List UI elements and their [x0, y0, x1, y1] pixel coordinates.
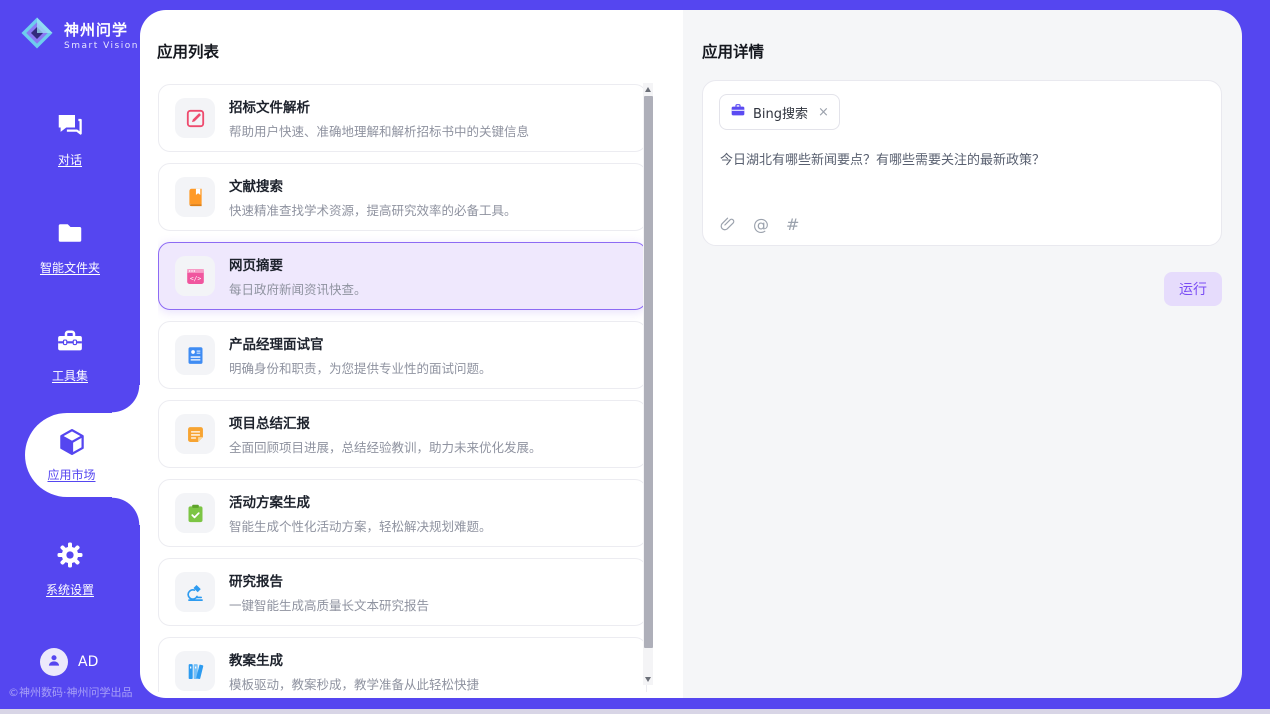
app-root: 神州问学 Smart Vision 对话 智能文件夹 [0, 0, 1270, 714]
main-content: 应用列表 招标文件解析 帮助用户快速、准确地理解和解析招标书中的关键信息 [140, 10, 1242, 698]
app-detail-panel: 应用详情 Bing搜索 × 今日湖北有哪些新闻要点？有哪些需要关注的最新政策？ [683, 10, 1242, 698]
app-desc: 模板驱动，教案秒成，教学准备从此轻松快捷 [229, 674, 479, 692]
list-item-pm-interviewer[interactable]: 产品经理面试官 明确身份和职责，为您提供专业性的面试问题。 [158, 321, 647, 389]
app-name: 研究报告 [229, 570, 429, 590]
tool-tag-bing-search[interactable]: Bing搜索 × [719, 94, 840, 130]
app-desc: 每日政府新闻资讯快查。 [229, 279, 367, 298]
app-list-title: 应用列表 [157, 40, 219, 62]
app-desc: 帮助用户快速、准确地理解和解析招标书中的关键信息 [229, 121, 529, 140]
sidebar-item-app-market[interactable]: 应用市场 [25, 413, 142, 497]
app-name: 项目总结汇报 [229, 412, 542, 432]
sidebar-item-chat[interactable]: 对话 [0, 110, 140, 168]
cube-icon [57, 427, 87, 461]
browser-code-icon: </> [175, 256, 215, 296]
list-item-literature-search[interactable]: 文献搜索 快速精准查找学术资源，提高研究效率的必备工具。 [158, 163, 647, 231]
app-desc: 全面回顾项目进展，总结经验教训，助力未来优化发展。 [229, 437, 542, 456]
list-item-web-summary[interactable]: </> 网页摘要 每日政府新闻资讯快查。 [158, 242, 647, 310]
list-scrollbar[interactable] [643, 83, 653, 685]
input-toolbar: @ # [719, 215, 799, 234]
app-name: 教案生成 [229, 649, 479, 669]
sidebar-item-label: 智能文件夹 [40, 259, 100, 276]
resume-icon [175, 335, 215, 375]
sidebar-item-label: 系统设置 [46, 581, 94, 598]
sidebar-item-label: 对话 [58, 151, 82, 168]
at-icon[interactable]: @ [753, 215, 769, 234]
sidebar-item-settings[interactable]: 系统设置 [0, 540, 140, 598]
bottom-edge-strip [0, 709, 1270, 714]
briefcase-icon [730, 102, 746, 122]
app-desc: 快速精准查找学术资源，提高研究效率的必备工具。 [229, 200, 517, 219]
tab-fillet-bottom [112, 497, 140, 525]
sidebar: 神州问学 Smart Vision 对话 智能文件夹 [0, 0, 140, 714]
brand-subtitle: Smart Vision [64, 41, 139, 51]
folder-icon [55, 218, 85, 252]
list-item-project-summary[interactable]: 项目总结汇报 全面回顾项目进展，总结经验教训，助力未来优化发展。 [158, 400, 647, 468]
gear-icon [55, 540, 85, 574]
chat-icon [55, 110, 85, 144]
close-icon[interactable]: × [818, 106, 829, 119]
diamond-logo-icon [18, 14, 56, 56]
toolbox-icon [55, 326, 85, 360]
app-name: 文献搜索 [229, 175, 517, 195]
query-card: Bing搜索 × 今日湖北有哪些新闻要点？有哪些需要关注的最新政策？ @ # [702, 80, 1222, 246]
brand-name: 神州问学 [64, 19, 139, 40]
app-detail-title: 应用详情 [702, 40, 764, 62]
user-name: AD [78, 654, 98, 670]
sidebar-item-toolset[interactable]: 工具集 [0, 326, 140, 384]
svg-text:</>: </> [189, 275, 201, 282]
triangle-down-icon [645, 677, 651, 682]
run-button[interactable]: 运行 [1164, 272, 1222, 306]
hash-icon[interactable]: # [786, 215, 799, 234]
books-icon [175, 651, 215, 691]
tool-tag-label: Bing搜索 [753, 103, 808, 122]
avatar [40, 648, 68, 676]
app-list: 招标文件解析 帮助用户快速、准确地理解和解析招标书中的关键信息 文献搜索 [158, 84, 647, 692]
sidebar-item-smart-folder[interactable]: 智能文件夹 [0, 218, 140, 276]
sidebar-item-label: 工具集 [52, 367, 88, 384]
user-account[interactable]: AD [40, 648, 98, 676]
app-desc: 明确身份和职责，为您提供专业性的面试问题。 [229, 358, 492, 377]
copyright-text: ©神州数码·神州问学出品 [8, 684, 133, 700]
app-name: 网页摘要 [229, 254, 367, 274]
app-name: 产品经理面试官 [229, 333, 492, 353]
microscope-icon [175, 572, 215, 612]
app-list-panel: 应用列表 招标文件解析 帮助用户快速、准确地理解和解析招标书中的关键信息 [140, 10, 683, 698]
book-icon [175, 177, 215, 217]
query-input[interactable]: 今日湖北有哪些新闻要点？有哪些需要关注的最新政策？ [720, 151, 1205, 171]
clipboard-check-icon [175, 493, 215, 533]
scroll-up-button[interactable] [643, 83, 653, 95]
scroll-down-button[interactable] [643, 673, 653, 685]
sidebar-item-label: 应用市场 [47, 466, 95, 483]
triangle-up-icon [645, 87, 651, 92]
person-icon [45, 651, 63, 673]
app-desc: 智能生成个性化活动方案，轻松解决规划难题。 [229, 516, 492, 535]
scrollbar-thumb[interactable] [644, 96, 653, 648]
paperclip-icon[interactable] [719, 216, 736, 233]
pen-square-icon [175, 98, 215, 138]
list-item-activity-plan[interactable]: 活动方案生成 智能生成个性化活动方案，轻松解决规划难题。 [158, 479, 647, 547]
list-item-lesson-plan[interactable]: 教案生成 模板驱动，教案秒成，教学准备从此轻松快捷 [158, 637, 647, 692]
note-icon [175, 414, 215, 454]
list-item-bid-analysis[interactable]: 招标文件解析 帮助用户快速、准确地理解和解析招标书中的关键信息 [158, 84, 647, 152]
app-name: 招标文件解析 [229, 96, 529, 116]
tab-fillet-top [112, 385, 140, 413]
app-name: 活动方案生成 [229, 491, 492, 511]
app-desc: 一键智能生成高质量长文本研究报告 [229, 595, 429, 614]
brand: 神州问学 Smart Vision [18, 14, 139, 56]
list-item-research-report[interactable]: 研究报告 一键智能生成高质量长文本研究报告 [158, 558, 647, 626]
